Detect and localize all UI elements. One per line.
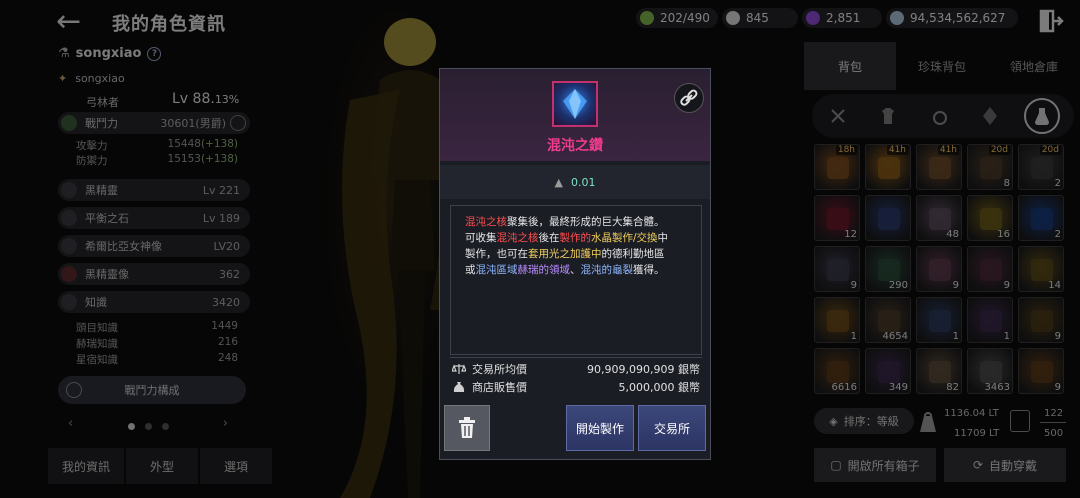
shop-price-label: 商店販售價 — [472, 381, 527, 394]
item-weight: 0.01 — [570, 175, 596, 189]
desc-text: 的德利勤地區 — [601, 248, 665, 260]
desc-text: 中 — [657, 232, 669, 244]
weight-icon: ▲ — [554, 175, 563, 189]
desc-text: 聚集後，最終形成的巨大集合體。 — [507, 216, 665, 228]
desc-text: 獲得。 — [633, 264, 665, 276]
market-price-value: 90,909,090,909 銀幣 — [587, 363, 700, 376]
share-link-button[interactable] — [674, 83, 704, 113]
scale-icon — [452, 364, 466, 374]
money-bag-icon — [453, 382, 465, 392]
item-detail-modal: 混沌之鑽 ▲ 0.01 混沌之核聚集後，最終形成的巨大集合體。 可收集混沌之核後… — [439, 68, 711, 460]
item-header: 混沌之鑽 — [440, 69, 710, 161]
trash-icon — [459, 417, 475, 438]
desc-highlight: 製作的 — [559, 232, 592, 244]
chaos-diamond-icon — [552, 81, 598, 127]
desc-text: 、 — [570, 264, 581, 276]
divider — [450, 357, 702, 358]
desc-text: 後在 — [538, 232, 560, 244]
discard-button[interactable] — [444, 405, 490, 451]
desc-text: 或 — [465, 264, 476, 276]
link-icon — [680, 89, 698, 106]
desc-highlight: 混沌之核 — [465, 216, 507, 228]
desc-highlight: 赫瑞的領域 — [517, 264, 571, 276]
item-description: 混沌之核聚集後，最終形成的巨大集合體。 可收集混沌之核後在製作的水晶製作/交換中… — [450, 205, 702, 355]
shop-price-value: 5,000,000 銀幣 — [618, 381, 700, 394]
desc-highlight: 水晶製作/交換 — [591, 232, 658, 244]
desc-highlight: 混沌區域 — [475, 264, 518, 276]
market-price-label: 交易所均價 — [472, 363, 527, 376]
item-weight-row: ▲ 0.01 — [440, 165, 710, 199]
start-crafting-button[interactable]: 開始製作 — [566, 405, 634, 451]
market-price-row: 交易所均價 90,909,090,909 銀幣 — [450, 359, 702, 379]
marketplace-button[interactable]: 交易所 — [638, 405, 706, 451]
item-name: 混沌之鑽 — [547, 138, 603, 154]
desc-highlight: 混沌之核 — [496, 232, 539, 244]
shop-price-row: 商店販售價 5,000,000 銀幣 — [450, 377, 702, 397]
desc-text: 製作，也可在 — [465, 248, 528, 260]
desc-highlight: 混沌的龜裂 — [580, 264, 634, 276]
desc-highlight: 套用光之加護中 — [528, 248, 602, 260]
desc-text: 可收集 — [465, 232, 497, 244]
